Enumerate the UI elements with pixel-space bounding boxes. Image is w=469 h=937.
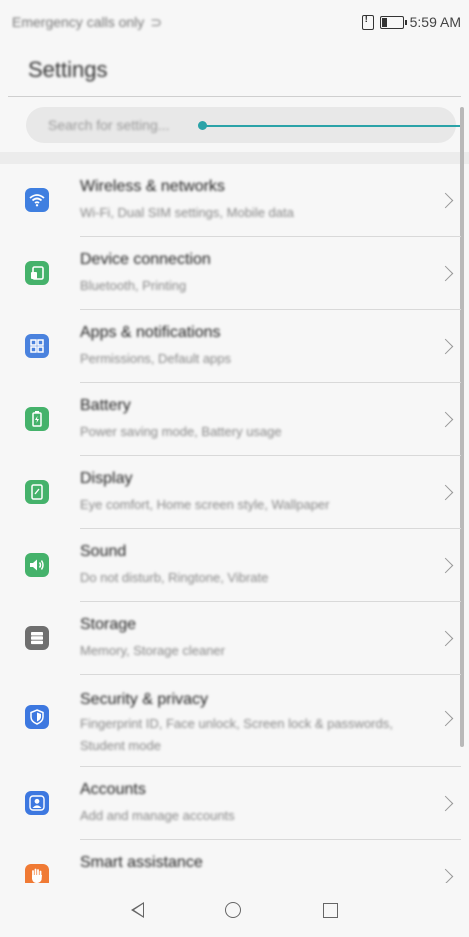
item-subtitle: Power saving mode, Battery usage: [80, 424, 282, 439]
item-subtitle: Memory, Storage cleaner: [80, 643, 225, 658]
chevron-right-icon: [437, 868, 454, 883]
chevron-right-icon: [437, 265, 454, 282]
item-title: Smart assistance: [80, 854, 203, 871]
storage-icon: [25, 626, 49, 650]
chevron-right-icon: [437, 795, 454, 812]
settings-item-sound[interactable]: Sound Do not disturb, Ringtone, Vibrate: [0, 529, 469, 602]
chevron-right-icon: [437, 710, 454, 727]
settings-item-security[interactable]: Security & privacy Fingerprint ID, Face …: [0, 675, 469, 767]
carrier-text: Emergency calls only: [12, 14, 145, 30]
wifi-icon: [25, 188, 49, 212]
speaker-icon: [25, 553, 49, 577]
clock: 5:59 AM: [409, 14, 461, 30]
item-subtitle: Eye comfort, Home screen style, Wallpape…: [80, 497, 330, 512]
page-title: Settings: [28, 57, 108, 82]
item-title: Apps & notifications: [80, 324, 221, 341]
settings-item-battery[interactable]: Battery Power saving mode, Battery usage: [0, 383, 469, 456]
wifi-calling-icon: ⊃: [150, 13, 163, 30]
settings-item-accounts[interactable]: Accounts Add and manage accounts: [0, 767, 469, 840]
settings-item-display[interactable]: Display Eye comfort, Home screen style, …: [0, 456, 469, 529]
settings-item-wireless[interactable]: Wireless & networks Wi-Fi, Dual SIM sett…: [0, 164, 469, 237]
shield-icon: [25, 705, 49, 729]
sim-alert-icon: [361, 14, 374, 30]
settings-item-smart-assistance[interactable]: Smart assistance: [0, 840, 469, 883]
status-bar: Emergency calls only ⊃ 5:59 AM: [0, 0, 469, 44]
recents-icon[interactable]: [323, 902, 339, 918]
apps-grid-icon: [25, 334, 49, 358]
page-header: Settings: [0, 44, 469, 96]
item-subtitle: Bluetooth, Printing: [80, 278, 187, 293]
status-left: Emergency calls only ⊃: [12, 14, 162, 31]
item-title: Battery: [80, 397, 131, 414]
item-title: Security & privacy: [80, 691, 209, 708]
item-subtitle: Fingerprint ID, Face unlock, Screen lock…: [80, 716, 393, 753]
hand-icon: [25, 864, 49, 883]
chevron-right-icon: [437, 192, 454, 209]
item-title: Wireless & networks: [80, 178, 225, 195]
item-title: Sound: [80, 543, 127, 560]
item-title: Display: [80, 470, 133, 487]
item-title: Accounts: [80, 781, 146, 798]
header-divider: [8, 96, 461, 97]
search-placeholder: Search for setting...: [48, 117, 170, 133]
settings-item-device-connection[interactable]: Device connection Bluetooth, Printing: [0, 237, 469, 310]
item-subtitle: Add and manage accounts: [80, 808, 235, 823]
settings-item-storage[interactable]: Storage Memory, Storage cleaner: [0, 602, 469, 675]
settings-item-apps[interactable]: Apps & notifications Permissions, Defaul…: [0, 310, 469, 383]
home-icon[interactable]: [225, 902, 242, 918]
item-title: Device connection: [80, 251, 211, 268]
settings-list: Wireless & networks Wi-Fi, Dual SIM sett…: [0, 164, 469, 883]
chevron-right-icon: [437, 338, 454, 355]
item-subtitle: Do not disturb, Ringtone, Vibrate: [80, 570, 269, 585]
account-icon: [25, 791, 49, 815]
battery-charge-icon: [25, 407, 49, 431]
display-icon: [25, 480, 49, 504]
chevron-right-icon: [437, 557, 454, 574]
item-subtitle: Wi-Fi, Dual SIM settings, Mobile data: [80, 205, 294, 220]
item-title: Storage: [80, 616, 137, 633]
section-gap: [0, 152, 469, 164]
callout-line: [202, 125, 464, 127]
chevron-right-icon: [437, 630, 454, 647]
item-subtitle: Permissions, Default apps: [80, 351, 232, 366]
device-connection-icon: [25, 261, 49, 285]
callout-dot: [198, 121, 207, 130]
back-icon[interactable]: [130, 902, 144, 918]
chevron-right-icon: [437, 484, 454, 501]
battery-icon: [379, 15, 407, 29]
navigation-bar: [0, 883, 469, 937]
status-right: 5:59 AM: [361, 14, 461, 30]
chevron-right-icon: [437, 411, 454, 428]
